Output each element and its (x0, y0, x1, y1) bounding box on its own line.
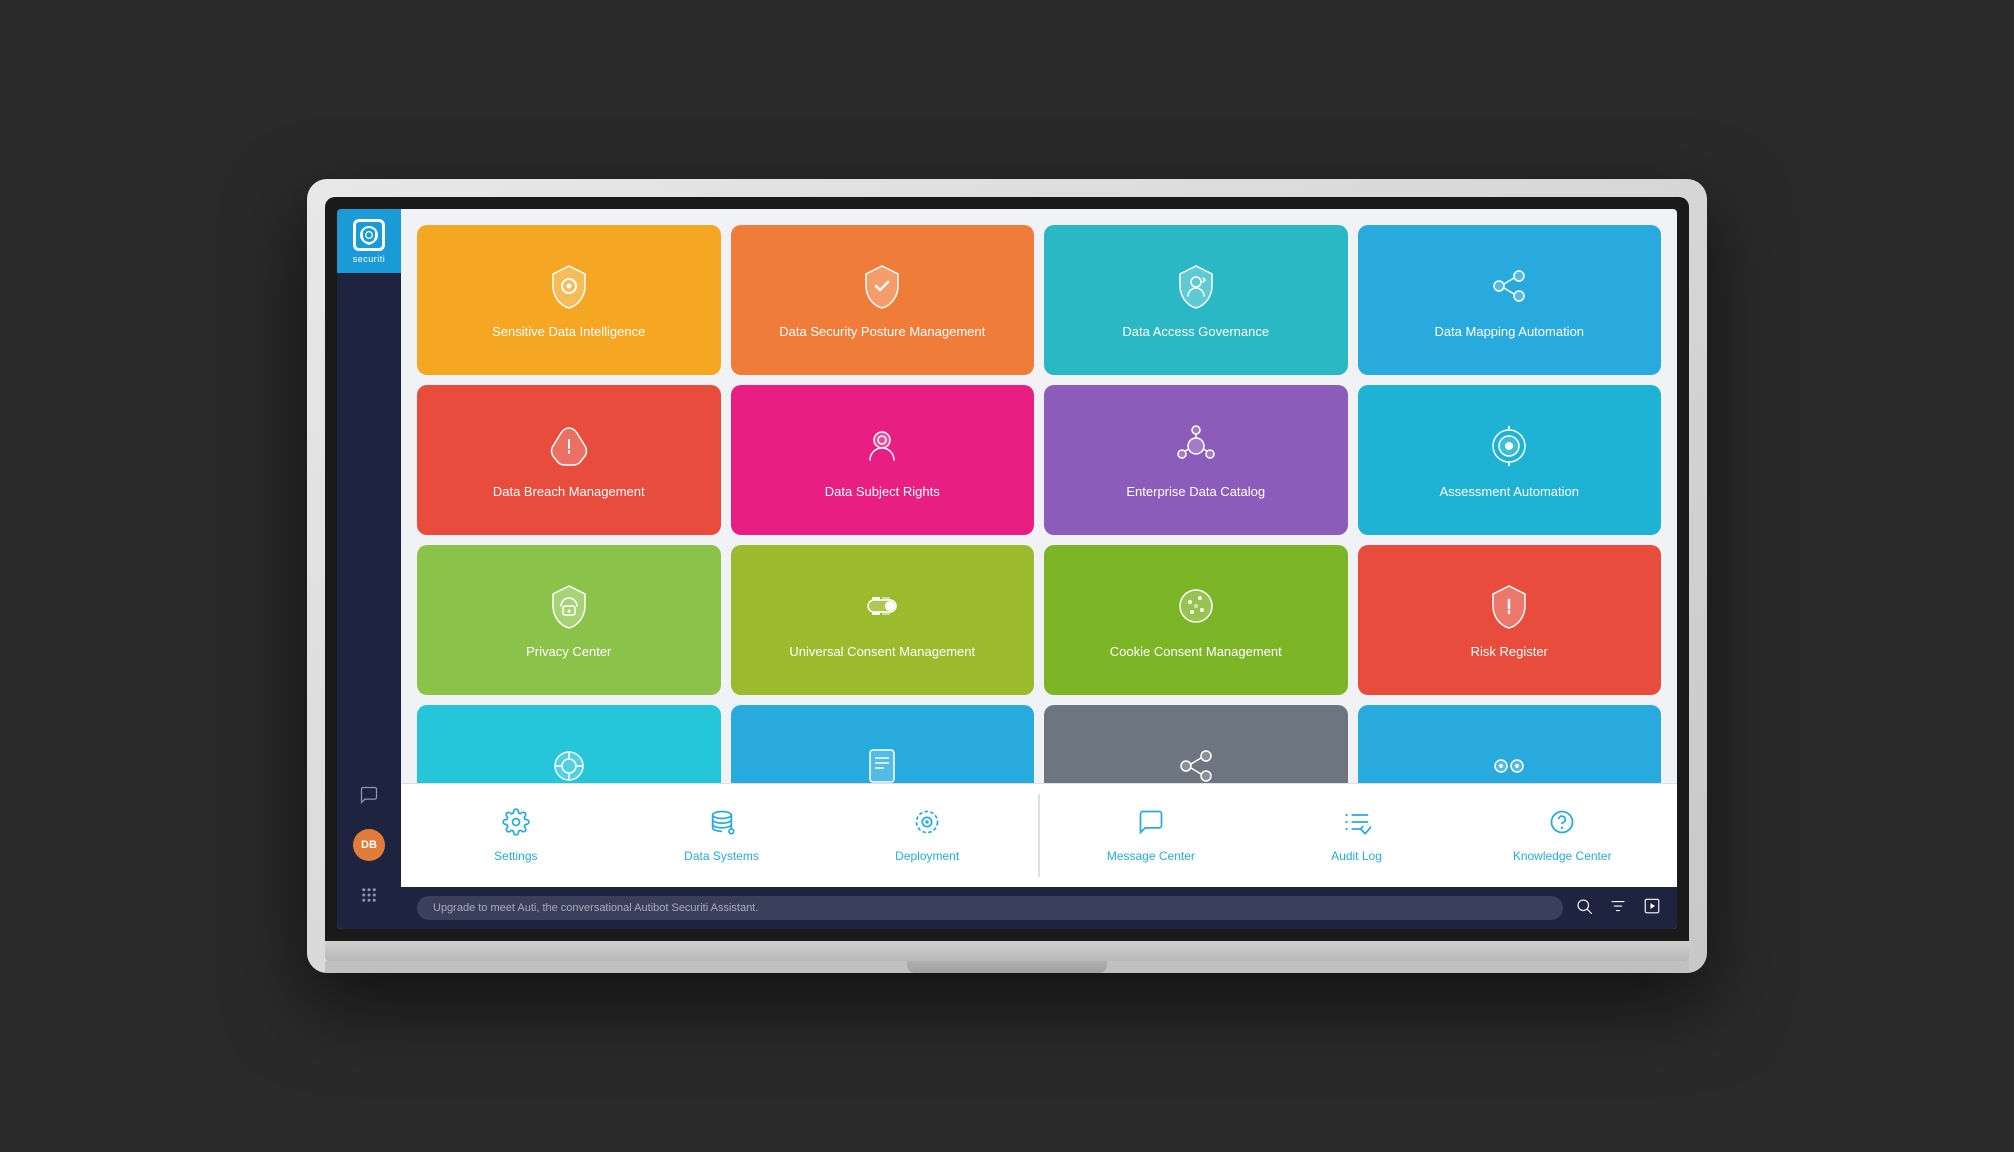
logo-text: securiti (353, 254, 386, 264)
tile-label: Data Access Governance (1122, 324, 1269, 341)
tile-icon-privacyops (1483, 740, 1535, 783)
sidebar-bottom: DB (351, 777, 387, 929)
data-systems-icon (708, 808, 736, 843)
status-icons (1575, 897, 1661, 920)
laptop-frame: securiti DB (307, 179, 1707, 973)
tile-privacy-center[interactable]: Privacy Center (417, 545, 721, 695)
tile-data-security-posture[interactable]: Data Security Posture Management (731, 225, 1035, 375)
bottom-tile-label: Audit Log (1331, 849, 1382, 863)
bottom-tile-label: Message Center (1107, 849, 1195, 863)
bottom-divider (1038, 794, 1040, 877)
bottom-bar: Settings (401, 783, 1677, 887)
tile-universal-consent[interactable]: Universal Consent Management (731, 545, 1035, 695)
laptop-foot (907, 961, 1107, 973)
search-icon[interactable] (1575, 897, 1593, 920)
logo-icon (353, 219, 385, 251)
tile-label: Data Subject Rights (825, 484, 940, 501)
bottom-tile-label: Settings (494, 849, 537, 863)
tile-risk-register[interactable]: Risk Register (1358, 545, 1662, 695)
screen: securiti DB (337, 209, 1677, 929)
tile-label: Sensitive Data Intelligence (492, 324, 645, 341)
bottom-tile-label: Deployment (895, 849, 959, 863)
tile-icon-universal-consent (856, 580, 908, 632)
tile-icon-data-breach (543, 420, 595, 472)
tile-label: Assessment Automation (1440, 484, 1579, 501)
bottom-tile-deployment[interactable]: Deployment (828, 794, 1026, 877)
tile-privacyops-center[interactable]: PrivacyOps Center (1358, 705, 1662, 783)
sidebar-logo[interactable]: securiti (337, 209, 401, 273)
tile-icon-privacy-notice (856, 740, 908, 783)
grid-icon[interactable] (351, 877, 387, 913)
bottom-tile-label: Knowledge Center (1513, 849, 1612, 863)
play-icon[interactable] (1643, 897, 1661, 920)
status-message: Upgrade to meet Auti, the conversational… (417, 896, 1563, 920)
tile-icon-cookie-consent (1170, 580, 1222, 632)
bottom-tile-knowledge-center[interactable]: Knowledge Center (1463, 794, 1661, 877)
tile-label: Enterprise Data Catalog (1126, 484, 1265, 501)
settings-icon (502, 808, 530, 843)
tile-label: Privacy Center (526, 644, 611, 661)
tile-label: Universal Consent Management (789, 644, 975, 661)
tile-assessment-automation[interactable]: Assessment Automation (1358, 385, 1662, 535)
tile-icon-data-subject (856, 420, 908, 472)
screen-bezel: securiti DB (325, 197, 1689, 941)
bottom-tile-audit-log[interactable]: Audit Log (1258, 794, 1456, 877)
tile-label: Cookie Consent Management (1110, 644, 1282, 661)
tile-icon-workflow (1170, 740, 1222, 783)
status-text: Upgrade to meet Auti, the conversational… (433, 902, 758, 914)
tile-icon-assessment (1483, 420, 1535, 472)
filter-icon[interactable] (1609, 897, 1627, 920)
chat-icon[interactable] (351, 777, 387, 813)
audit-log-icon (1343, 808, 1371, 843)
tile-label: Data Breach Management (493, 484, 645, 501)
tiles-row-2: Data Breach Management Dat (417, 385, 1661, 535)
bottom-tile-message-center[interactable]: Message Center (1052, 794, 1250, 877)
sidebar: securiti DB (337, 209, 401, 929)
message-center-icon (1137, 808, 1165, 843)
tile-sensitive-data-intelligence[interactable]: Sensitive Data Intelligence (417, 225, 721, 375)
tile-icon-security-posture (856, 260, 908, 312)
tile-label: Risk Register (1471, 644, 1548, 661)
tile-label: Data Mapping Automation (1434, 324, 1584, 341)
main-content: Sensitive Data Intelligence Data Securit… (401, 209, 1677, 929)
tiles-row-3: Privacy Center (417, 545, 1661, 695)
tile-enterprise-data-catalog[interactable]: Enterprise Data Catalog (1044, 385, 1348, 535)
tiles-row-4: Vendor Assessments (417, 705, 1661, 783)
tile-icon-vendor-assessments (543, 740, 595, 783)
user-avatar[interactable]: DB (353, 829, 385, 861)
tile-icon-enterprise-catalog (1170, 420, 1222, 472)
tile-data-mapping[interactable]: Data Mapping Automation (1358, 225, 1662, 375)
tile-vendor-assessments[interactable]: Vendor Assessments (417, 705, 721, 783)
tile-data-subject-rights[interactable]: Data Subject Rights (731, 385, 1035, 535)
knowledge-center-icon (1548, 808, 1576, 843)
tiles-area: Sensitive Data Intelligence Data Securit… (401, 209, 1677, 783)
tile-cookie-consent[interactable]: Cookie Consent Management (1044, 545, 1348, 695)
tiles-row-1: Sensitive Data Intelligence Data Securit… (417, 225, 1661, 375)
bottom-tile-label: Data Systems (684, 849, 759, 863)
tile-privacy-notice[interactable]: Privacy Notice Management (731, 705, 1035, 783)
laptop-base (325, 941, 1689, 961)
tile-icon-privacy-center (543, 580, 595, 632)
tile-icon-sensitive-data (543, 260, 595, 312)
tile-icon-data-mapping (1483, 260, 1535, 312)
status-bar: Upgrade to meet Auti, the conversational… (401, 887, 1677, 929)
bottom-tile-data-systems[interactable]: Data Systems (623, 794, 821, 877)
tile-data-breach[interactable]: Data Breach Management (417, 385, 721, 535)
tile-label: Data Security Posture Management (779, 324, 985, 341)
deployment-icon (913, 808, 941, 843)
laptop-stand (325, 961, 1689, 973)
tile-workflow-orchestration[interactable]: Workflow Orchestration (1044, 705, 1348, 783)
tile-icon-access-governance (1170, 260, 1222, 312)
tile-data-access-governance[interactable]: Data Access Governance (1044, 225, 1348, 375)
tile-icon-risk-register (1483, 580, 1535, 632)
bottom-tile-settings[interactable]: Settings (417, 794, 615, 877)
